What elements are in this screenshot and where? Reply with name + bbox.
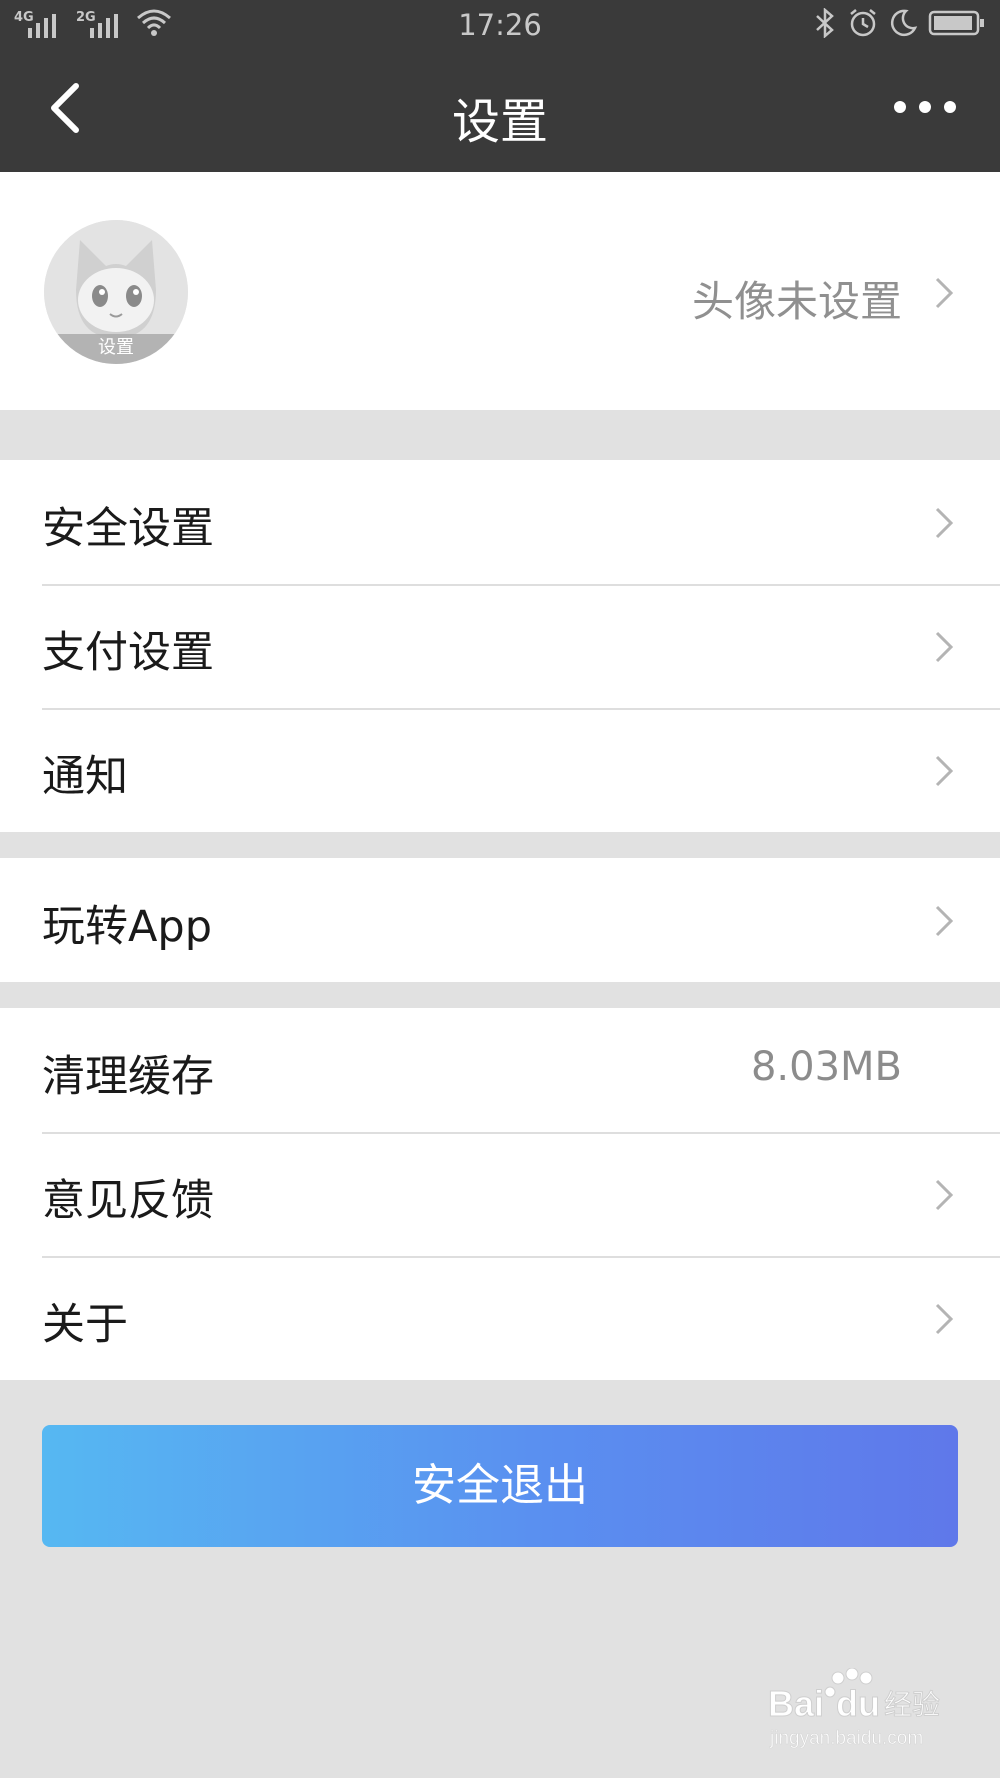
nav-bar: 设置 [0,52,1000,172]
avatar[interactable]: 设置 [44,220,188,364]
row-clear-cache[interactable]: 清理缓存 8.03MB [0,1008,1000,1132]
row-label: 支付设置 [42,628,214,678]
row-label: 清理缓存 [42,1052,214,1102]
alarm-icon [850,9,876,37]
more-dots-icon [894,101,956,113]
battery-icon [928,10,984,36]
settings-group-1: 安全设置 支付设置 通知 [0,460,1000,832]
row-app-guide[interactable]: 玩转App [0,858,1000,982]
chevron-right-icon [935,905,954,937]
page-title: 设置 [451,94,548,150]
avatar-status-text: 头像未设置 [691,277,902,326]
row-about[interactable]: 关于 [0,1256,1000,1380]
profile-row[interactable]: 设置 头像未设置 [0,172,1000,410]
row-label: 安全设置 [42,504,214,554]
baidu-jingyan-watermark: Bai du 经验 jingyan.baidu.com [768,1668,941,1749]
row-label: 意见反馈 [42,1176,214,1226]
chevron-right-icon [935,755,954,787]
status-right [802,8,986,38]
settings-group-3: 清理缓存 8.03MB 意见反馈 关于 [0,1008,1000,1380]
chevron-right-icon [935,631,954,663]
row-label: 通知 [42,752,128,802]
row-label: 关于 [42,1300,128,1350]
row-payment-settings[interactable]: 支付设置 [0,584,1000,708]
chevron-right-icon [935,1303,954,1335]
settings-group-2: 玩转App [0,858,1000,982]
avatar-caption: 设置 [44,334,188,364]
moon-icon [890,9,918,37]
svg-text:Bai: Bai [768,1683,824,1724]
bluetooth-icon [816,8,834,38]
svg-text:du: du [836,1683,880,1724]
more-button[interactable] [890,92,960,132]
chevron-right-icon [935,507,954,539]
row-label: 玩转App [42,902,213,952]
svg-text:经验: 经验 [884,1688,940,1721]
cache-size-value: 8.03MB [750,1044,902,1090]
row-notifications[interactable]: 通知 [0,708,1000,832]
row-feedback[interactable]: 意见反馈 [0,1132,1000,1256]
chevron-right-icon [935,1179,954,1211]
chevron-right-icon [935,277,954,309]
svg-text:jingyan.baidu.com: jingyan.baidu.com [769,1728,923,1749]
logout-button[interactable]: 安全退出 [42,1425,958,1547]
status-bar: 4G 2G 17:26 [0,0,1000,52]
row-security-settings[interactable]: 安全设置 [0,460,1000,584]
